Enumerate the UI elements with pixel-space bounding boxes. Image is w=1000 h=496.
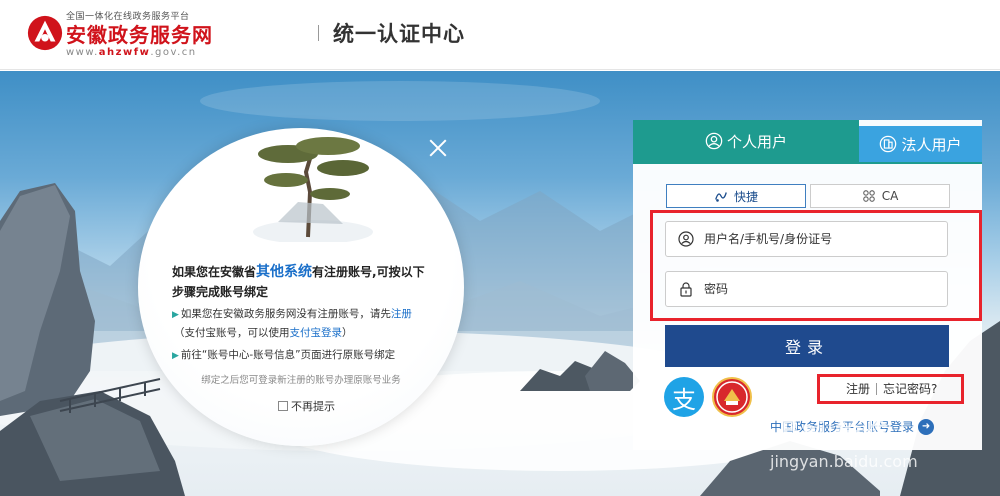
alipay-login-link[interactable]: 支付宝登录: [290, 327, 343, 339]
building-icon: [880, 135, 897, 153]
arrow-right-icon: ➜: [918, 418, 935, 435]
site-logo-icon[interactable]: [26, 14, 64, 52]
pine-tree-icon: [253, 137, 373, 242]
tab-underline: [633, 162, 982, 164]
dont-show-again-checkbox[interactable]: 不再提示: [278, 398, 335, 414]
popup-close-icon[interactable]: [427, 137, 449, 159]
national-login-label: 中国政务服务平台账号登录: [770, 420, 915, 434]
tab-legal-label: 法人用户: [901, 135, 962, 154]
quick-login-icon: [715, 192, 727, 202]
links-highlight-box: [817, 374, 964, 404]
step-arrow-icon: ▶: [172, 310, 179, 320]
popup-step-register: ▶ 如果您在安徽政务服务网没有注册账号，请先注册: [172, 308, 412, 320]
site-logo-text[interactable]: 全国一体化在线政务服务平台 安徽政务服务网 www.ahzwfw.gov.cn: [66, 12, 213, 59]
header-divider: [318, 25, 319, 41]
popup-step-alipay: （支付宝账号，可以使用支付宝登录）: [174, 327, 353, 339]
checkbox-label: 不再提示: [291, 400, 335, 413]
tab-personal-user[interactable]: 个人用户: [633, 120, 859, 162]
logo-subtitle: 全国一体化在线政务服务平台: [66, 12, 190, 22]
national-platform-login-link[interactable]: 中国政务服务平台账号登录 ➜: [770, 418, 935, 435]
login-mode-ca[interactable]: CA: [810, 184, 950, 208]
step-arrow-icon: ▶: [172, 351, 179, 361]
tab-legal-user[interactable]: 法人用户: [859, 126, 982, 162]
site-header: 全国一体化在线政务服务平台 安徽政务服务网 www.ahzwfw.gov.cn …: [0, 0, 1000, 70]
binding-tip-popup: 如果您在安徽省其他系统有注册账号,可按以下步骤完成账号绑定 ▶ 如果您在安徽政务服…: [138, 128, 464, 446]
mode-fast-label: 快捷: [733, 189, 758, 204]
tab-personal-label: 个人用户: [726, 132, 787, 151]
login-button[interactable]: 登录: [665, 325, 949, 367]
alipay-login-icon[interactable]: 支: [664, 377, 704, 417]
social-security-login-icon[interactable]: [712, 377, 752, 417]
emblem-icon: [716, 381, 748, 413]
popup-note: 绑定之后您可登录新注册的账号办理原账号业务: [201, 375, 401, 386]
alipay-glyph: 支: [672, 385, 696, 414]
register-link[interactable]: 注册: [391, 308, 412, 320]
logo-url: www.ahzwfw.gov.cn: [66, 47, 197, 58]
ca-certificate-icon: [862, 190, 875, 202]
checkbox-box[interactable]: [278, 401, 288, 411]
popup-heading: 如果您在安徽省其他系统有注册账号,可按以下步骤完成账号绑定: [172, 264, 425, 299]
mode-ca-label: CA: [881, 189, 899, 203]
login-mode-fast[interactable]: 快捷: [666, 184, 806, 208]
user-circle-icon: [705, 132, 723, 150]
popup-step-bind: ▶ 前往“账号中心-账号信息”页面进行原账号绑定: [172, 349, 396, 361]
credentials-highlight-box: [650, 210, 982, 321]
logo-title: 安徽政务服务网: [66, 23, 213, 47]
page-title: 统一认证中心: [333, 22, 465, 46]
